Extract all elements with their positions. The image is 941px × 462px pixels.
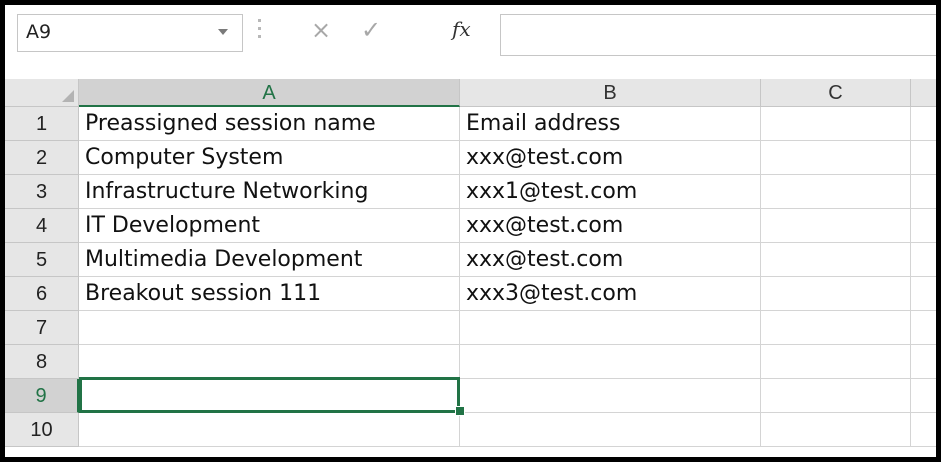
cell-c8[interactable]	[761, 345, 911, 379]
cell-c3[interactable]	[761, 175, 911, 209]
cell-a1[interactable]: Preassigned session name	[79, 107, 460, 141]
cell-next[interactable]	[911, 311, 936, 345]
row-header-2[interactable]: 2	[5, 141, 79, 175]
cell-b10[interactable]	[460, 413, 761, 447]
cell-a4[interactable]: IT Development	[79, 209, 460, 243]
cell-next[interactable]	[911, 107, 936, 141]
sheet-grid: A B C 1 Preassigned session name Email addres…	[5, 79, 936, 457]
cell-next[interactable]	[911, 175, 936, 209]
cell-c7[interactable]	[761, 311, 911, 345]
cell-a5[interactable]: Multimedia Development	[79, 243, 460, 277]
select-all-icon	[62, 90, 74, 102]
cell-b2[interactable]: xxx@test.com	[460, 141, 761, 175]
cell-b1[interactable]: Email address	[460, 107, 761, 141]
row-header-7[interactable]: 7	[5, 311, 79, 345]
cell-a7[interactable]	[79, 311, 460, 345]
fill-handle[interactable]	[455, 406, 465, 416]
row-header-5[interactable]: 5	[5, 243, 79, 277]
row-header-6[interactable]: 6	[5, 277, 79, 311]
cell-b4[interactable]: xxx@test.com	[460, 209, 761, 243]
column-header-c[interactable]: C	[761, 79, 911, 107]
cell-c5[interactable]	[761, 243, 911, 277]
row-header-4[interactable]: 4	[5, 209, 79, 243]
cell-b9[interactable]	[460, 379, 761, 413]
cell-next[interactable]	[911, 379, 936, 413]
row-header-9[interactable]: 9	[5, 379, 79, 413]
cell-next[interactable]	[911, 277, 936, 311]
cell-next[interactable]	[911, 243, 936, 277]
cell-a2[interactable]: Computer System	[79, 141, 460, 175]
formula-input[interactable]	[500, 14, 936, 56]
cell-a8[interactable]	[79, 345, 460, 379]
cell-c9[interactable]	[761, 379, 911, 413]
cell-b5[interactable]: xxx@test.com	[460, 243, 761, 277]
cell-b3[interactable]: xxx1@test.com	[460, 175, 761, 209]
cell-b8[interactable]	[460, 345, 761, 379]
grip-icon[interactable]	[258, 19, 262, 47]
name-box[interactable]: A9	[17, 14, 243, 52]
cell-c10[interactable]	[761, 413, 911, 447]
active-cell-a9[interactable]	[79, 377, 460, 413]
column-header-b[interactable]: B	[460, 79, 761, 107]
cell-b6[interactable]: xxx3@test.com	[460, 277, 761, 311]
cell-c1[interactable]	[761, 107, 911, 141]
column-header-a[interactable]: A	[79, 79, 460, 107]
cell-a3[interactable]: Infrastructure Networking	[79, 175, 460, 209]
cancel-icon[interactable]: ×	[308, 16, 334, 44]
select-all-corner[interactable]	[5, 79, 79, 107]
row-header-10[interactable]: 10	[5, 413, 79, 447]
cell-c2[interactable]	[761, 141, 911, 175]
row-header-3[interactable]: 3	[5, 175, 79, 209]
cell-next[interactable]	[911, 209, 936, 243]
cell-next[interactable]	[911, 413, 936, 447]
insert-function-icon[interactable]: fx	[452, 17, 471, 41]
formula-bar: A9 × ✓ fx	[5, 5, 936, 63]
cell-c4[interactable]	[761, 209, 911, 243]
cell-a6[interactable]: Breakout session 111	[79, 277, 460, 311]
spreadsheet-window: A9 × ✓ fx A B C 1 Preassigned session name Em…	[5, 5, 936, 457]
cell-c6[interactable]	[761, 277, 911, 311]
cell-next[interactable]	[911, 345, 936, 379]
enter-icon[interactable]: ✓	[358, 16, 384, 44]
cell-b7[interactable]	[460, 311, 761, 345]
column-header-next[interactable]	[911, 79, 936, 107]
row-header-1[interactable]: 1	[5, 107, 79, 141]
dropdown-arrow-icon[interactable]	[218, 29, 228, 35]
row-header-8[interactable]: 8	[5, 345, 79, 379]
cell-a10[interactable]	[79, 413, 460, 447]
cell-next[interactable]	[911, 141, 936, 175]
name-box-value: A9	[26, 21, 52, 43]
window-frame: A9 × ✓ fx A B C 1 Preassigned session name Em…	[0, 0, 941, 462]
